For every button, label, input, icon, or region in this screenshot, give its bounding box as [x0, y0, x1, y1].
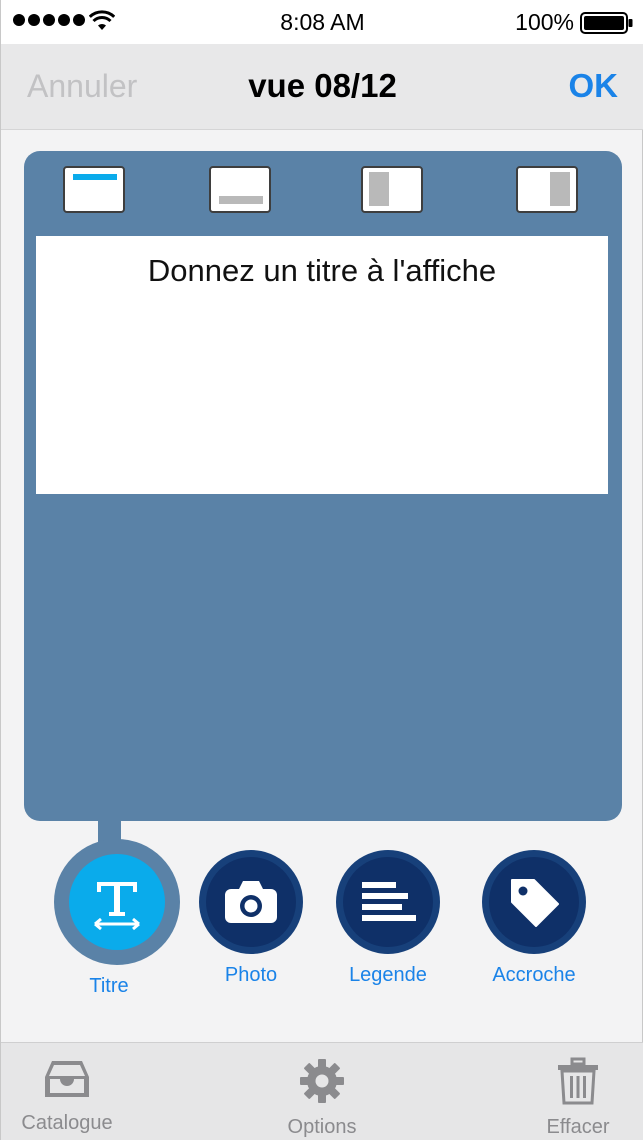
tool-accroche-circle — [482, 850, 586, 954]
gear-icon — [300, 1059, 344, 1103]
battery-icon — [580, 12, 633, 34]
tool-titre-button[interactable]: Titre — [54, 839, 180, 998]
tool-legende-button[interactable]: Legende — [333, 850, 443, 987]
tag-icon — [511, 879, 559, 927]
tool-accroche-label: Accroche — [492, 964, 576, 986]
tab-effacer-label: Effacer — [546, 1116, 610, 1138]
layout-photo-right-button[interactable] — [516, 166, 578, 213]
tab-catalogue-label: Catalogue — [21, 1112, 113, 1134]
page-title: vue 08/12 — [248, 67, 397, 104]
tool-photo-circle — [199, 850, 303, 954]
layout-title-bottom-button[interactable] — [209, 166, 271, 213]
tool-photo-button[interactable]: Photo — [196, 850, 306, 987]
navigation-bar: Annuler vue 08/12 OK — [1, 44, 643, 130]
tool-titre-circle — [54, 839, 180, 965]
tool-legende-label: Legende — [349, 964, 427, 986]
paragraph-lines-icon — [362, 882, 416, 921]
layout-panel: Donnez un titre à l'affiche — [24, 151, 622, 821]
tab-options[interactable]: Options — [272, 1057, 372, 1139]
tool-accroche-button[interactable]: Accroche — [479, 850, 589, 987]
tab-options-label: Options — [287, 1116, 357, 1138]
tool-photo-label: Photo — [224, 964, 278, 986]
layout-photo-right-icon — [550, 172, 570, 206]
camera-icon — [225, 881, 277, 923]
tab-bar: Catalogue Options Effacer — [1, 1042, 643, 1140]
poster-title-area[interactable]: Donnez un titre à l'affiche — [36, 236, 608, 494]
ok-button[interactable]: OK — [569, 67, 619, 105]
inbox-tray-icon — [45, 1061, 89, 1097]
text-resize-icon — [94, 882, 140, 931]
layout-photo-left-button[interactable] — [361, 166, 423, 213]
layout-title-top-icon — [73, 174, 117, 180]
tab-effacer[interactable]: Effacer — [528, 1057, 628, 1139]
app-screen: 8:08 AM 100% Annuler vue 08/12 OK Donnez… — [0, 0, 643, 1140]
tab-catalogue[interactable]: Catalogue — [17, 1057, 117, 1135]
tool-titre-label: Titre — [89, 975, 129, 997]
status-bar: 8:08 AM 100% — [1, 0, 643, 44]
layout-title-top-button[interactable] — [63, 166, 125, 213]
layout-title-bottom-icon — [219, 196, 263, 204]
trash-icon — [558, 1057, 598, 1105]
battery-percent: 100% — [515, 9, 574, 35]
tool-legende-circle — [336, 850, 440, 954]
layout-photo-left-icon — [369, 172, 389, 206]
poster-title-text: Donnez un titre à l'affiche — [147, 253, 497, 288]
